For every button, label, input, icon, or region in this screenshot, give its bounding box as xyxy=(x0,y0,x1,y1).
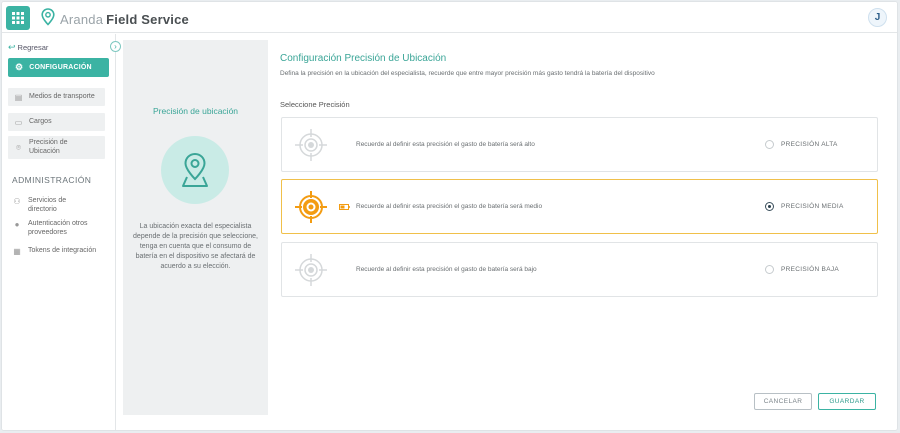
location-icon: ⌾ xyxy=(16,142,21,152)
option-label: PRECISIÓN ALTA xyxy=(781,141,838,148)
battery-medium-icon xyxy=(339,204,350,210)
sidebar-item-directory-services[interactable]: ⚇ Servicios de directorio xyxy=(12,197,110,214)
directory-icon: ⚇ xyxy=(13,197,21,206)
option-label: PRECISIÓN BAJA xyxy=(781,266,840,273)
option-text: Recuerde al definir esta precisión el ga… xyxy=(356,203,543,210)
main-content: Configuración Precisión de Ubicación Def… xyxy=(280,40,880,420)
brand-logo: Aranda Field Service xyxy=(40,8,189,31)
location-map-icon xyxy=(161,136,229,204)
page-description: Defina la precisión en la ubicación del … xyxy=(280,70,655,77)
sidebar-item-integration-tokens[interactable]: ▦ Tokens de integración xyxy=(12,247,110,256)
save-button[interactable]: GUARDAR xyxy=(818,393,876,410)
gear-icon: ⚙ xyxy=(15,62,24,72)
sidebar-collapse-chevron-icon[interactable]: › xyxy=(110,41,121,52)
option-medium-precision[interactable]: Recuerde al definir esta precisión el ga… xyxy=(281,179,878,234)
car-icon: ▤ xyxy=(14,92,23,102)
sidebar-item-transport[interactable]: ▤ Medios de transporte xyxy=(8,88,105,106)
sidebar: ↩ Regresar ⚙ CONFIGURACIÓN ▤ Medios de t… xyxy=(2,34,116,430)
back-label: Regresar xyxy=(17,43,49,52)
option-label: PRECISIÓN MEDIA xyxy=(781,203,844,210)
radio-low[interactable] xyxy=(765,265,774,274)
sidebar-item-label: Medios de transporte xyxy=(29,92,95,100)
radio-medium[interactable] xyxy=(765,202,774,211)
configuration-label: CONFIGURACIÓN xyxy=(29,64,92,71)
user-avatar[interactable]: J xyxy=(868,8,887,27)
location-pin-logo-icon xyxy=(40,8,56,31)
option-high-precision[interactable]: Recuerde al definir esta precisión el ga… xyxy=(281,117,878,172)
radio-high[interactable] xyxy=(765,140,774,149)
back-arrow-icon: ↩ xyxy=(8,42,16,52)
admin-heading: ADMINISTRACIÓN xyxy=(12,175,92,185)
option-text: Recuerde al definir esta precisión el ga… xyxy=(356,266,537,273)
option-low-precision[interactable]: Recuerde al definir esta precisión el ga… xyxy=(281,242,878,297)
id-card-icon: ▭ xyxy=(14,117,23,127)
target-inactive-icon xyxy=(295,129,327,161)
sidebar-item-location-precision[interactable]: ⌾ Precisión de Ubicación xyxy=(8,136,105,159)
back-link[interactable]: ↩ Regresar xyxy=(8,42,48,53)
sidebar-item-cargos[interactable]: ▭ Cargos xyxy=(8,113,105,131)
target-inactive-icon xyxy=(295,254,327,286)
sidebar-item-label: Cargos xyxy=(29,117,52,125)
app-window: Aranda Field Service J ↩ Regresar ⚙ CONFI… xyxy=(1,1,898,431)
sidebar-item-label: Tokens de integración xyxy=(28,247,97,254)
apps-grid-icon[interactable] xyxy=(6,6,30,30)
target-active-icon xyxy=(295,191,327,223)
info-title: Precisión de ubicación xyxy=(152,106,239,116)
sidebar-item-label: Servicios de directorio xyxy=(28,197,67,213)
sidebar-item-auth-providers[interactable]: ● Autenticación otros proveedores xyxy=(12,220,110,237)
option-text: Recuerde al definir esta precisión el ga… xyxy=(356,141,535,148)
brand-name: Aranda Field Service xyxy=(60,12,189,27)
page-title: Configuración Precisión de Ubicación xyxy=(280,53,447,64)
configuration-button[interactable]: ⚙ CONFIGURACIÓN xyxy=(8,58,109,77)
pin-icon: ● xyxy=(14,220,20,229)
info-description: La ubicación exacta del especialista dep… xyxy=(133,223,258,270)
select-precision-label: Seleccione Precisión xyxy=(280,100,350,109)
cancel-button[interactable]: CANCELAR xyxy=(754,393,812,410)
info-panel: Precisión de ubicación La ubicación exac… xyxy=(123,40,268,415)
sidebar-item-label: Precisión de Ubicación xyxy=(29,139,68,155)
top-bar: Aranda Field Service J xyxy=(2,2,897,33)
sidebar-item-label: Autenticación otros proveedores xyxy=(28,220,88,236)
token-icon: ▦ xyxy=(13,247,21,256)
